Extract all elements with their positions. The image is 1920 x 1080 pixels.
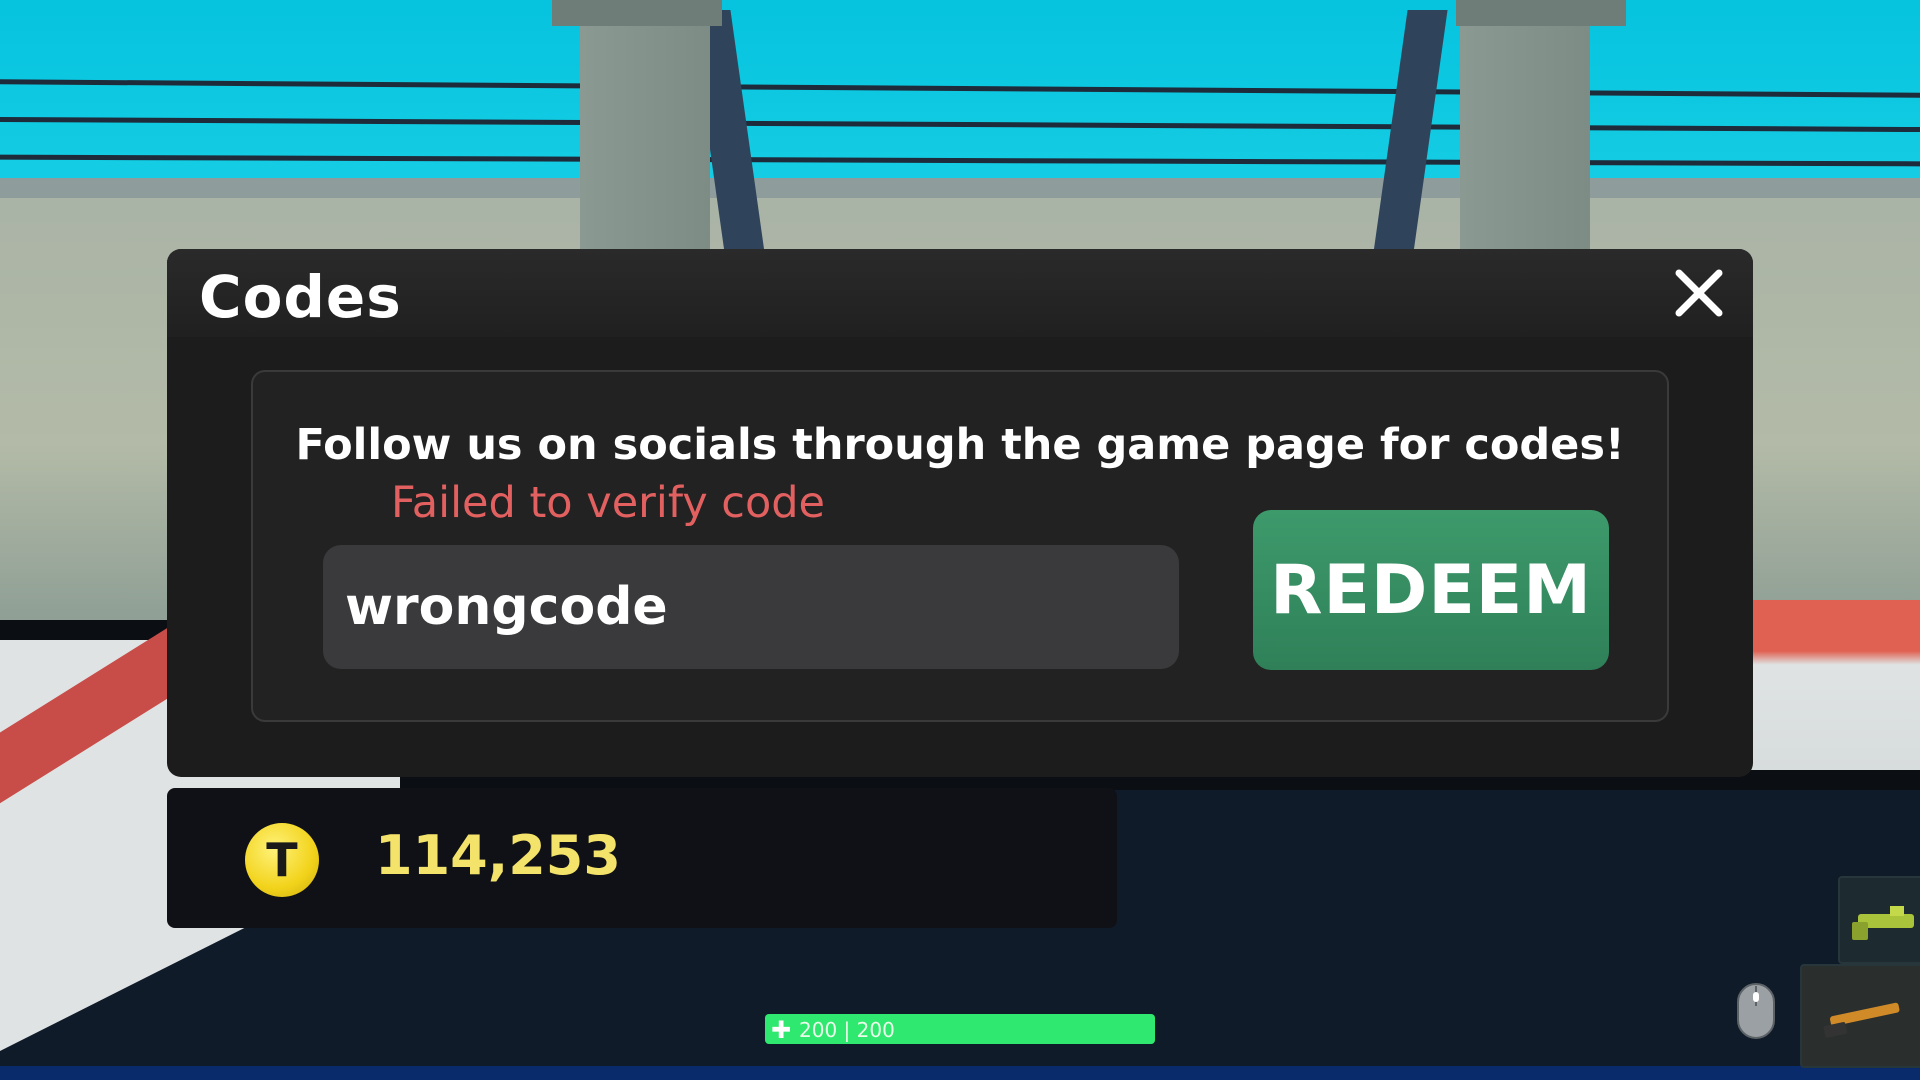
pillar <box>1460 0 1590 260</box>
modal-header: Codes <box>167 249 1753 337</box>
rifle-icon <box>1852 906 1914 940</box>
health-current: 200 <box>799 1018 838 1042</box>
health-separator: | <box>837 1018 857 1042</box>
health-max: 200 <box>856 1018 895 1042</box>
hotbar-slot-secondary[interactable] <box>1800 964 1920 1068</box>
codes-modal: Codes Follow us on socials through the g… <box>167 249 1753 777</box>
modal-title: Codes <box>199 263 402 331</box>
close-icon <box>1675 269 1723 317</box>
pillar-cap <box>552 0 722 26</box>
pillar <box>580 0 710 260</box>
health-bar: ✚ 200 | 200 <box>765 1014 1155 1044</box>
code-input[interactable] <box>323 545 1179 669</box>
coin-letter: T <box>266 833 298 887</box>
pillar-cap <box>1456 0 1626 26</box>
coin-icon: T <box>245 823 319 897</box>
error-message: Failed to verify code <box>391 478 826 528</box>
health-plus-icon: ✚ <box>771 1016 792 1044</box>
bottom-edge-bar <box>0 1066 1920 1080</box>
code-entry-panel: Follow us on socials through the game pa… <box>251 370 1669 722</box>
redeem-button[interactable]: REDEEM <box>1253 510 1609 670</box>
currency-amount: 114,253 <box>375 824 621 887</box>
instructions-text: Follow us on socials through the game pa… <box>295 420 1625 470</box>
gun-icon <box>1823 1002 1900 1038</box>
wall-ledge <box>0 178 1920 198</box>
hotbar-slot-primary[interactable] <box>1838 876 1920 964</box>
health-readout: 200 | 200 <box>799 1018 895 1042</box>
mouse-icon <box>1737 983 1775 1039</box>
currency-panel: T 114,253 <box>167 788 1117 928</box>
close-button[interactable] <box>1669 263 1729 323</box>
